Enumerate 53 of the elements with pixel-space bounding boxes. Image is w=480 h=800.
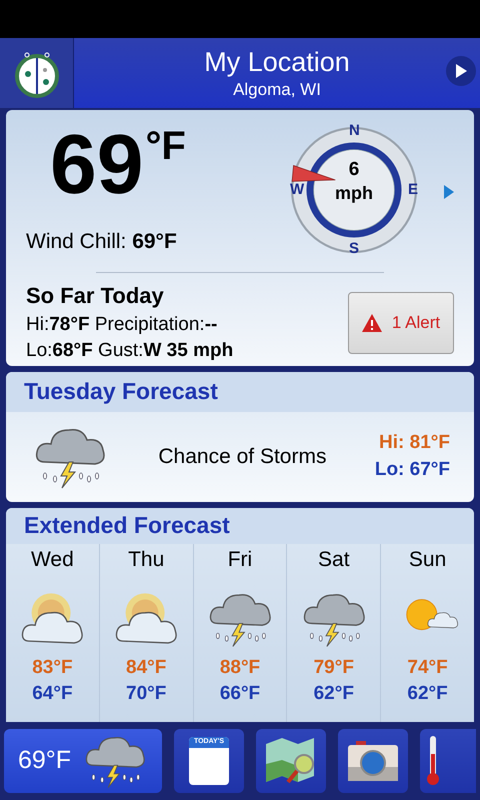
compass-direction-label: E	[408, 182, 418, 197]
thermometer-icon	[426, 736, 440, 786]
day-high: 74°F	[407, 656, 448, 680]
day-low: 64°F	[32, 682, 73, 706]
compass-direction-label: N	[349, 122, 360, 138]
location-subtitle: Algoma, WI	[233, 79, 321, 100]
map-button[interactable]	[256, 729, 326, 793]
precipitation-label: Precipitation:	[94, 314, 205, 335]
low-value: 68°F	[52, 340, 93, 362]
high-label: Hi:	[26, 314, 50, 335]
day-high: 83°F	[32, 656, 73, 680]
low-label: Lo:	[26, 340, 52, 362]
camera-button[interactable]	[338, 729, 408, 793]
forecast-low: Lo: 67°F	[374, 458, 450, 482]
day-high: 88°F	[220, 656, 260, 680]
tuesday-forecast-title: Tuesday Forecast	[24, 376, 218, 406]
wind-chill-label: Wind Chill:	[26, 230, 128, 253]
day-low: 66°F	[220, 682, 260, 706]
extended-forecast-title: Extended Forecast	[24, 510, 230, 540]
gust-value: W 35 mph	[143, 340, 234, 362]
next-location-button[interactable]	[446, 56, 476, 86]
day-label: Fri	[228, 547, 252, 573]
day-low: 62°F	[407, 682, 448, 706]
wind-speed-unit: mph	[335, 182, 373, 204]
day-label: Sun	[408, 547, 446, 573]
temperature-unit: °F	[145, 126, 186, 170]
day-low: 62°F	[314, 682, 354, 706]
forecast-condition: Chance of Storms	[157, 444, 328, 470]
day-label: Sat	[318, 547, 350, 573]
current-temperature: 69	[50, 122, 144, 206]
day-label: Thu	[128, 547, 164, 573]
alert-button[interactable]: 1 Alert	[348, 292, 454, 354]
day-high: 79°F	[314, 656, 354, 680]
so-far-today-title: So Far Today	[26, 282, 165, 310]
day-high: 84°F	[126, 656, 166, 680]
current-weather-button[interactable]: 69°F	[4, 729, 162, 793]
camera-icon	[348, 741, 398, 781]
high-value: 78°F	[49, 314, 90, 335]
compass-direction-label: S	[349, 240, 360, 256]
day-low: 70°F	[126, 682, 166, 706]
play-icon	[455, 64, 467, 78]
warning-icon	[362, 314, 382, 332]
wind-speed: 6	[348, 158, 360, 182]
location-title: My Location	[204, 46, 350, 79]
forecast-high: Hi: 81°F	[379, 431, 450, 456]
gust-label: Gust:	[97, 340, 144, 362]
wind-chill-value: 69°F	[132, 230, 177, 253]
thermometer-button[interactable]	[420, 729, 476, 793]
precipitation-value: --	[204, 314, 218, 335]
app-logo-button[interactable]	[0, 38, 74, 108]
day-label: Wed	[30, 547, 74, 573]
play-icon[interactable]	[444, 185, 454, 199]
compass-direction-label: W	[290, 182, 304, 197]
